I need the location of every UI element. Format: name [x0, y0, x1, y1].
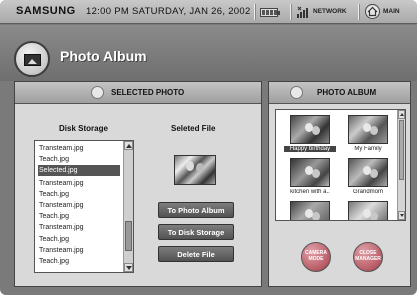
disk-storage-label: Disk Storage: [59, 124, 108, 133]
selected-photo-panel: SELECTED PHOTO Disk Storage Seleted File…: [14, 81, 262, 287]
photo-thumbnail[interactable]: My Family: [342, 115, 394, 152]
scroll-thumb[interactable]: [399, 120, 404, 180]
selected-photo-preview: [174, 155, 216, 185]
disc-icon: [91, 86, 104, 99]
panel-header: SELECTED PHOTO: [15, 82, 261, 104]
file-item[interactable]: Teach.jpg: [38, 256, 120, 267]
to-disk-storage-button[interactable]: To Disk Storage: [158, 224, 234, 240]
house-icon: [367, 6, 378, 17]
photo-album-icon: [14, 41, 50, 77]
main-label[interactable]: MAIN: [383, 8, 400, 15]
scroll-up-button[interactable]: [398, 110, 405, 119]
photo-grid[interactable]: Happy birthday My Family kitchen with a.…: [275, 109, 406, 221]
status-bar: SAMSUNG 12:00 PM SATURDAY, JAN 26, 2002 …: [0, 0, 417, 24]
photo-thumbnail[interactable]: Happy birthday: [284, 115, 336, 152]
home-icon[interactable]: [365, 4, 380, 19]
file-item[interactable]: Teach.jpg: [38, 154, 120, 165]
photo-album-panel: PHOTO ALBUM Happy birthday My Family kit…: [268, 81, 411, 287]
separator: [290, 4, 291, 20]
app-window: SAMSUNG 12:00 PM SATURDAY, JAN 26, 2002 …: [0, 0, 417, 295]
selected-file-label: Seleted File: [171, 124, 216, 133]
network-label[interactable]: NETWORK: [313, 8, 347, 15]
network-signal-icon[interactable]: [297, 6, 311, 18]
photo-image: [348, 201, 388, 220]
file-item[interactable]: Transteam.jpg: [38, 178, 120, 189]
file-item[interactable]: Transteam.jpg: [38, 245, 120, 256]
photo-image: [348, 158, 388, 187]
scroll-up-button[interactable]: [124, 141, 133, 150]
scroll-down-button[interactable]: [398, 211, 405, 220]
disk-storage-list[interactable]: Transteam.jpg Teach.jpg Selected.jpg Tra…: [34, 140, 134, 273]
panel-header: PHOTO ALBUM: [269, 82, 410, 104]
photo-image: [290, 115, 330, 144]
photo-caption: My Family: [354, 146, 382, 152]
separator: [358, 4, 359, 20]
delete-file-button[interactable]: Delete File: [158, 246, 234, 262]
close-manager-button[interactable]: CLOSE MANAGER: [353, 242, 383, 272]
list-scrollbar[interactable]: [123, 141, 133, 272]
photo-image: [348, 115, 388, 144]
file-item[interactable]: Transteam.jpg: [38, 200, 120, 211]
album-icon: [290, 86, 303, 99]
file-item[interactable]: Transteam.jpg: [38, 222, 120, 233]
camera-mode-button[interactable]: CAMERA MODE: [301, 242, 331, 272]
datetime-display: 12:00 PM SATURDAY, JAN 26, 2002: [86, 6, 251, 17]
page-header: Photo Album: [0, 25, 417, 81]
photo-image: [290, 158, 330, 187]
file-item[interactable]: Transteam.jpg: [38, 143, 120, 154]
photo-caption: kitchen with a..: [290, 189, 330, 195]
file-item[interactable]: Teach.jpg: [38, 234, 120, 245]
scroll-thumb[interactable]: [125, 221, 132, 251]
file-item[interactable]: Teach.jpg: [38, 189, 120, 200]
photo-thumbnail[interactable]: Grandmom: [342, 158, 394, 195]
scroll-down-button[interactable]: [124, 263, 133, 272]
to-photo-album-button[interactable]: To Photo Album: [158, 202, 234, 218]
photo-image: [290, 201, 330, 220]
photo-caption: Happy birthday: [284, 146, 336, 152]
brand-logo: SAMSUNG: [16, 5, 76, 17]
photo-thumbnail[interactable]: [284, 201, 336, 220]
album-scrollbar[interactable]: [397, 110, 405, 220]
battery-icon: [260, 8, 280, 17]
separator: [254, 4, 255, 20]
panel-title: SELECTED PHOTO: [111, 88, 185, 97]
file-item[interactable]: Teach.jpg: [38, 211, 120, 222]
file-item-selected[interactable]: Selected.jpg: [38, 165, 120, 176]
photo-thumbnail[interactable]: kitchen with a..: [284, 158, 336, 195]
panel-title: PHOTO ALBUM: [317, 88, 377, 97]
photo-thumbnail[interactable]: [342, 201, 394, 220]
page-title: Photo Album: [60, 48, 147, 64]
photo-caption: Grandmom: [352, 189, 383, 195]
